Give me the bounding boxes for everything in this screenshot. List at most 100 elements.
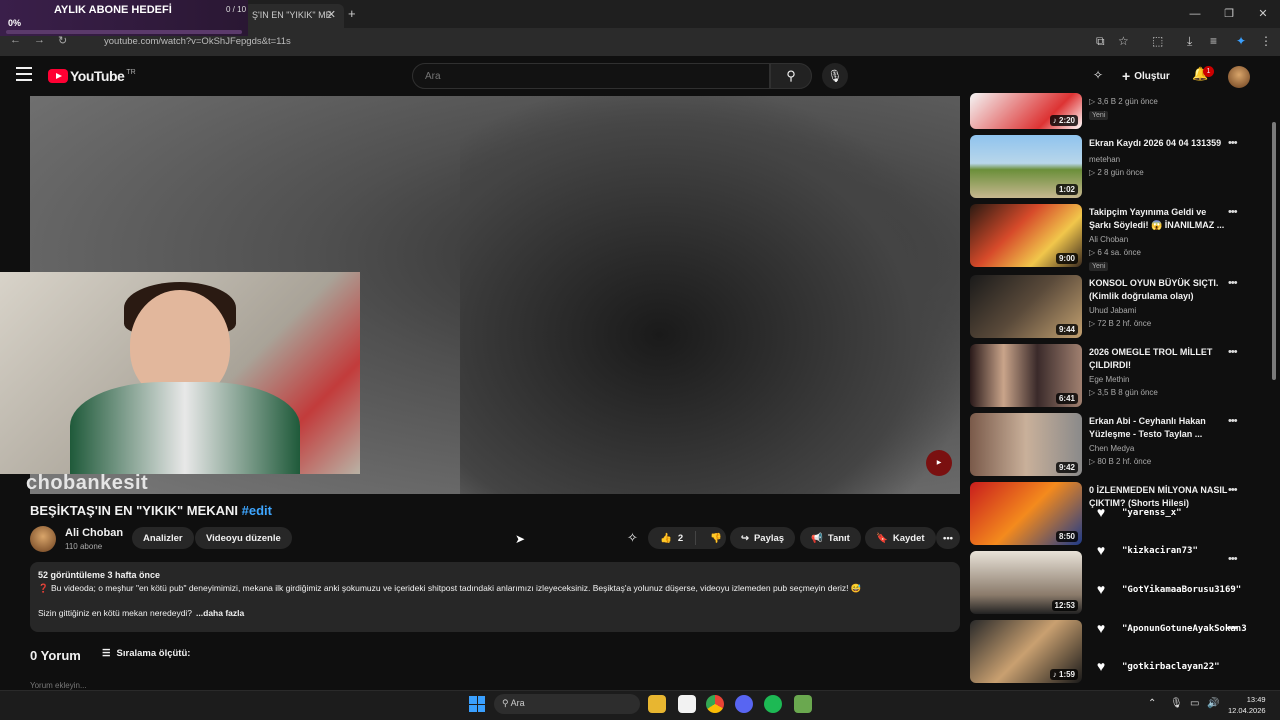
mouse-cursor-icon: ➤ — [515, 532, 526, 546]
taskbar-search[interactable]: ⚲ Ara — [494, 694, 640, 714]
tray-chevron-icon[interactable]: ⌃ — [1148, 698, 1156, 709]
voice-search-button[interactable]: 🎙 — [822, 63, 848, 89]
recommendation-title[interactable]: Erkan Abi - Ceyhanlı Hakan Yüzleşme - Te… — [1089, 415, 1229, 441]
video-hashtag[interactable]: #edit — [242, 503, 272, 518]
browser-tab[interactable]: Ş'IN EN "YIKIK" ME ✕ — [244, 4, 344, 28]
webcam-body — [70, 382, 300, 474]
search-button[interactable]: ⚲ — [770, 63, 812, 89]
recommendation-title[interactable]: 2026 OMEGLE TROL MİLLET ÇILDIRDI! — [1089, 346, 1229, 372]
recommendation-title[interactable]: KONSOL OYUN BÜYÜK SIÇTI. (Kimlik doğrula… — [1089, 277, 1229, 303]
analytics-button[interactable]: Analizler — [132, 527, 194, 549]
save-button[interactable]: 🔖 Kaydet — [865, 527, 936, 549]
extensions-icon[interactable]: ⬚ — [1152, 34, 1163, 48]
recommendation-thumbnail[interactable]: 12:53 — [970, 551, 1082, 614]
new-tab-icon[interactable]: + — [348, 6, 356, 21]
windows-start-icon[interactable] — [469, 696, 485, 712]
chat-message: ♥ "AponunGotuneAyakSokan3 — [1090, 619, 1247, 639]
recommendation-channel[interactable]: Chen Medya — [1089, 444, 1134, 453]
window-controls: — ❐ ✕ — [1178, 0, 1280, 28]
recommendation-thumbnail[interactable]: 6:41 — [970, 344, 1082, 407]
install-app-icon[interactable]: ⧉ — [1096, 34, 1105, 49]
minecraft-icon[interactable] — [794, 695, 812, 713]
media-control-icon[interactable]: ≡ — [1210, 34, 1217, 48]
remix-icon[interactable]: ✧ — [627, 530, 638, 546]
recommendation-channel[interactable]: Ege Methin — [1089, 375, 1129, 384]
studio-icon[interactable]: ✧ — [1093, 68, 1103, 82]
display-icon[interactable]: ▭ — [1190, 698, 1199, 709]
promote-button[interactable]: 📢 Tanıt — [800, 527, 861, 549]
recommendation-item[interactable]: 6:41 2026 OMEGLE TROL MİLLET ÇILDIRDI! Ege… — [970, 344, 1260, 408]
more-options-icon[interactable]: ••• — [1228, 484, 1238, 496]
heart-icon: ♥ — [1096, 581, 1106, 597]
recommendation-item[interactable]: 9:44 KONSOL OYUN BÜYÜK SIÇTI. (Kimlik doğ… — [970, 275, 1260, 339]
more-options-icon[interactable]: ••• — [1228, 415, 1238, 427]
recommendation-channel[interactable]: metehan — [1089, 155, 1120, 164]
spotify-icon[interactable] — [764, 695, 782, 713]
recommendation-thumbnail[interactable]: 9:42 — [970, 413, 1082, 476]
microphone-tray-icon[interactable]: 🎙 — [1170, 698, 1183, 709]
more-options-icon[interactable]: ••• — [1228, 553, 1238, 565]
more-options-icon[interactable]: ••• — [1228, 137, 1238, 149]
close-window-icon[interactable]: ✕ — [1246, 0, 1280, 28]
more-dots-icon: ••• — [943, 532, 953, 544]
sidebar-scrollbar[interactable] — [1272, 122, 1276, 380]
add-comment-field[interactable]: Yorum ekleyin... — [30, 681, 87, 690]
recommendation-item[interactable]: 1:02 Ekran Kaydı 2026 04 04 131359 metehan… — [970, 135, 1260, 199]
more-options-icon[interactable]: ••• — [1228, 346, 1238, 358]
chat-message: ♥ "yarenss_x" — [1090, 503, 1182, 523]
chrome-icon[interactable] — [706, 695, 724, 713]
create-button[interactable]: + Oluştur — [1122, 66, 1170, 86]
duration-badge: 9:00 — [1055, 253, 1078, 264]
profile-extension-icon[interactable]: ✦ — [1236, 34, 1246, 48]
channel-watermark[interactable]: ▶ — [926, 450, 952, 476]
recommendation-title[interactable]: Ekran Kaydı 2026 04 04 131359 — [1089, 137, 1229, 150]
download-icon[interactable]: ⤓ — [1187, 34, 1192, 49]
question-text: Sizin gittiğiniz en kötü mekan neredeydi… — [38, 608, 193, 618]
close-tab-icon[interactable]: ✕ — [327, 8, 336, 21]
duration-badge: ♪ 1:59 — [1049, 669, 1078, 680]
account-avatar[interactable] — [1228, 66, 1250, 88]
more-options-icon[interactable]: ••• — [1228, 277, 1238, 289]
recommendation-title[interactable]: Takipçim Yayınıma Geldi ve Şarkı Söyledi… — [1089, 206, 1229, 232]
minimize-icon[interactable]: — — [1178, 0, 1212, 28]
sort-button[interactable]: ☰ Sıralama ölçütü: — [102, 648, 190, 659]
bookmark-star-icon[interactable]: ☆ — [1118, 34, 1129, 48]
recommendation-item[interactable]: 9:00 Takipçim Yayınıma Geldi ve Şarkı Söy… — [970, 204, 1260, 271]
recommendation-thumbnail[interactable]: ♪ 1:59 — [970, 620, 1082, 683]
country-code: TR — [126, 68, 136, 76]
recommendation-channel[interactable]: Uhud Jabami — [1089, 306, 1136, 315]
dislike-button[interactable]: 👎 — [701, 533, 722, 544]
volume-icon[interactable]: 🔊 — [1207, 698, 1219, 709]
recommendation-thumbnail[interactable]: 8:50 — [970, 482, 1082, 545]
more-actions-button[interactable]: ••• — [936, 527, 960, 549]
channel-name[interactable]: Ali Choban — [65, 527, 123, 539]
menu-icon[interactable] — [16, 67, 32, 81]
discord-icon[interactable] — [735, 695, 753, 713]
recommendation-thumbnail[interactable]: ♪ 2:20 — [970, 93, 1082, 129]
like-button[interactable]: 👍 2 — [648, 531, 696, 545]
recommendation-item[interactable]: 9:42 Erkan Abi - Ceyhanlı Hakan Yüzleşme … — [970, 413, 1260, 477]
video-subject — [460, 96, 960, 494]
recommendation-meta: ▷ 3,6 B 2 gün önce — [1089, 97, 1158, 106]
description-box[interactable]: 52 görüntüleme 3 hafta önce ❓ Bu videoda… — [30, 562, 960, 632]
file-explorer-icon[interactable] — [648, 695, 666, 713]
edit-video-button[interactable]: Videoyu düzenle — [195, 527, 292, 549]
taskbar-clock[interactable]: 13:49 12.04.2026 — [1228, 694, 1266, 716]
share-button[interactable]: ↪ Paylaş — [730, 527, 796, 549]
browser-menu-icon[interactable]: ⋮ — [1260, 34, 1272, 48]
duration-badge: 12:53 — [1051, 600, 1078, 611]
goal-title: AYLIK ABONE HEDEFİ — [54, 4, 172, 16]
restore-icon[interactable]: ❐ — [1212, 0, 1246, 28]
recommendation-thumbnail[interactable]: 9:00 — [970, 204, 1082, 267]
recommendation-thumbnail[interactable]: 9:44 — [970, 275, 1082, 338]
show-more-link[interactable]: ...daha fazla — [196, 608, 244, 618]
more-options-icon[interactable]: ••• — [1228, 206, 1238, 218]
chat-message-text: "kizkaciran73" — [1122, 546, 1198, 556]
notepad-icon[interactable] — [678, 695, 696, 713]
channel-avatar[interactable] — [30, 526, 56, 552]
recommendation-channel[interactable]: Ali Choban — [1089, 235, 1128, 244]
clock-time: 13:49 — [1246, 695, 1266, 704]
youtube-logo[interactable]: YouTube TR — [48, 68, 136, 84]
recommendation-thumbnail[interactable]: 1:02 — [970, 135, 1082, 198]
search-input[interactable] — [412, 63, 770, 89]
